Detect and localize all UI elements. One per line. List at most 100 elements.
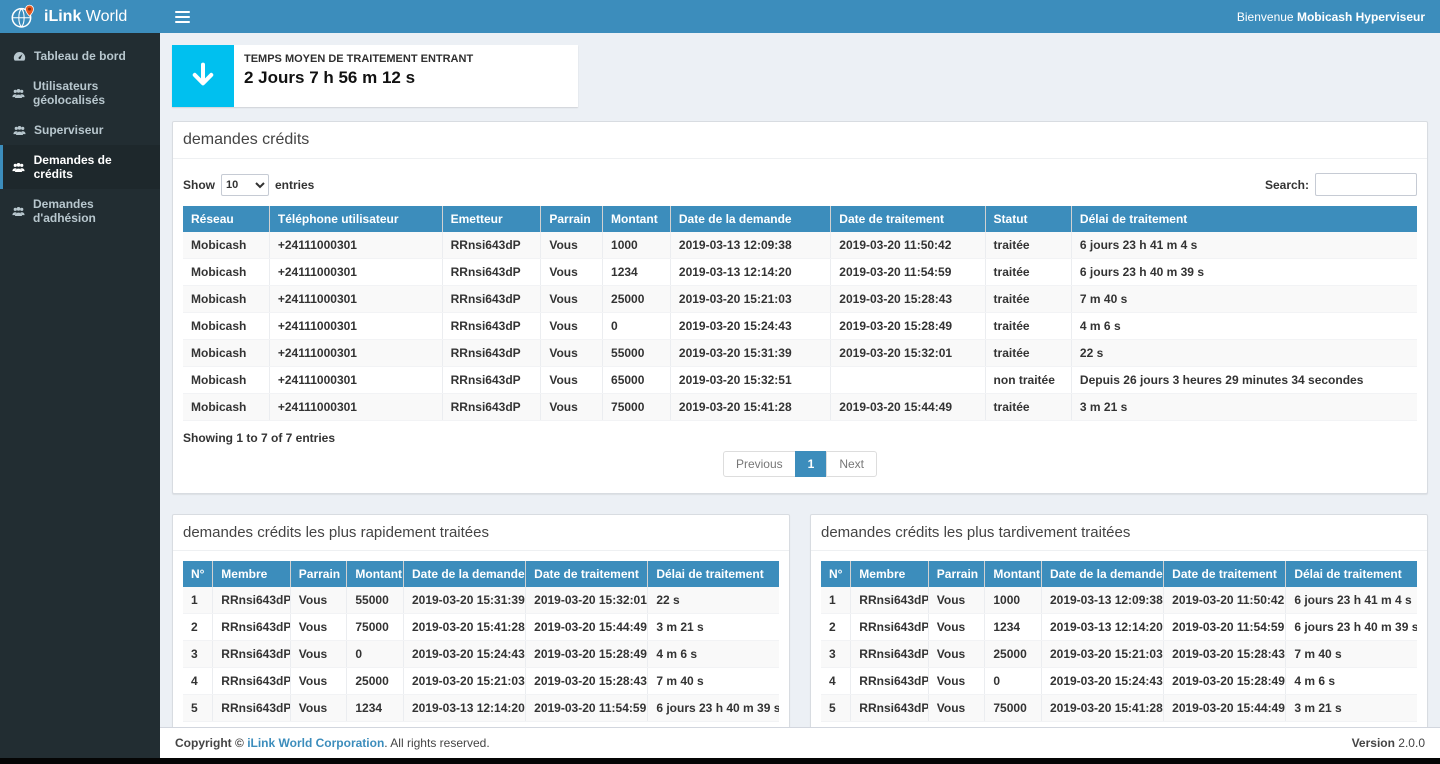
table-cell: Mobicash xyxy=(183,286,269,313)
table-cell: 3 xyxy=(183,641,213,668)
table-cell: Mobicash xyxy=(183,313,269,340)
table-cell: +24111000301 xyxy=(269,367,442,394)
pagination-page-1-button[interactable]: 1 xyxy=(795,451,828,477)
table-cell: 4 m 6 s xyxy=(648,641,779,668)
table-cell: Vous xyxy=(290,668,347,695)
bottom-panels: demandes crédits les plus rapidement tra… xyxy=(172,514,1428,727)
table-row: Mobicash+24111000301RRnsi643dPVous123420… xyxy=(183,259,1417,286)
table-cell: 1234 xyxy=(603,259,671,286)
column-header[interactable]: Téléphone utilisateur xyxy=(269,206,442,232)
table-cell: 2019-03-20 15:32:01 xyxy=(526,587,648,614)
table-row: 3RRnsi643dPVous250002019-03-20 15:21:032… xyxy=(821,641,1417,668)
table-cell: 2019-03-20 11:54:59 xyxy=(526,695,648,722)
column-header: Délai de traitement xyxy=(648,561,779,587)
table-info-text: Showing 1 to 7 of 7 entries xyxy=(183,431,1417,445)
sidebar: iLink World Tableau de bord Utilisateurs… xyxy=(0,0,160,758)
panel-latest-processed: demandes crédits les plus tardivement tr… xyxy=(810,514,1428,727)
table-cell: 2019-03-20 15:28:43 xyxy=(831,286,985,313)
table-cell: 1000 xyxy=(985,587,1042,614)
table-cell: Vous xyxy=(290,641,347,668)
sidebar-item-demandes-de-credits[interactable]: Demandes de crédits xyxy=(0,145,160,189)
table-cell: Vous xyxy=(928,695,985,722)
column-header[interactable]: Emetteur xyxy=(442,206,541,232)
table-cell: Vous xyxy=(928,668,985,695)
table-cell: Vous xyxy=(928,614,985,641)
table-cell: 6 jours 23 h 40 m 39 s xyxy=(648,695,779,722)
column-header: N° xyxy=(821,561,851,587)
column-header: Montant xyxy=(347,561,404,587)
table-cell xyxy=(831,367,985,394)
table-cell: Vous xyxy=(928,641,985,668)
table-cell: Vous xyxy=(541,367,603,394)
table-cell: 2019-03-20 15:31:39 xyxy=(403,587,525,614)
pagination-next-button[interactable]: Next xyxy=(826,451,877,477)
company-link[interactable]: iLink World Corporation xyxy=(247,736,384,750)
table-cell: 2019-03-20 15:24:43 xyxy=(1041,668,1163,695)
sidebar-menu: Tableau de bord Utilisateurs géolocalisé… xyxy=(0,33,160,233)
table-cell: 6 jours 23 h 40 m 39 s xyxy=(1286,614,1417,641)
table-cell: 3 m 21 s xyxy=(1071,394,1417,421)
table-cell: 55000 xyxy=(603,340,671,367)
column-header: Membre xyxy=(851,561,928,587)
column-header[interactable]: Date de la demande xyxy=(670,206,830,232)
table-cell: RRnsi643dP xyxy=(442,313,541,340)
table-row: Mobicash+24111000301RRnsi643dPVous750002… xyxy=(183,394,1417,421)
search-label: Search: xyxy=(1265,178,1309,192)
column-header[interactable]: Date de traitement xyxy=(831,206,985,232)
fastest-processed-table: N°MembreParrainMontantDate de la demande… xyxy=(183,561,779,722)
table-cell: 2019-03-20 15:24:43 xyxy=(670,313,830,340)
search-input[interactable] xyxy=(1315,173,1417,196)
sidebar-item-tableau-de-bord[interactable]: Tableau de bord xyxy=(0,41,160,71)
table-cell: Mobicash xyxy=(183,259,269,286)
logo[interactable]: iLink World xyxy=(0,0,160,33)
table-row: Mobicash+24111000301RRnsi643dPVous250002… xyxy=(183,286,1417,313)
table-cell: +24111000301 xyxy=(269,259,442,286)
latest-processed-table: N°MembreParrainMontantDate de la demande… xyxy=(821,561,1417,722)
table-cell: 0 xyxy=(985,668,1042,695)
table-cell: 2 xyxy=(183,614,213,641)
table-cell: 0 xyxy=(603,313,671,340)
sidebar-item-utilisateurs-geolocalises[interactable]: Utilisateurs géolocalisés xyxy=(0,71,160,115)
table-cell: 1 xyxy=(183,587,213,614)
table-row: 4RRnsi643dPVous02019-03-20 15:24:432019-… xyxy=(821,668,1417,695)
column-header[interactable]: Réseau xyxy=(183,206,269,232)
sidebar-item-superviseur[interactable]: Superviseur xyxy=(0,115,160,145)
table-cell: 2 xyxy=(821,614,851,641)
globe-logo-icon xyxy=(10,4,36,30)
sidebar-item-demandes-adhesion[interactable]: Demandes d'adhésion xyxy=(0,189,160,233)
table-cell: 25000 xyxy=(985,641,1042,668)
content-area: TEMPS MOYEN DE TRAITEMENT ENTRANT 2 Jour… xyxy=(160,33,1440,727)
table-cell: Vous xyxy=(290,587,347,614)
panel-title: demandes crédits les plus rapidement tra… xyxy=(173,515,789,551)
column-header[interactable]: Montant xyxy=(603,206,671,232)
table-cell: Vous xyxy=(541,340,603,367)
table-cell: 4 m 6 s xyxy=(1071,313,1417,340)
table-cell: RRnsi643dP xyxy=(213,695,290,722)
table-cell: 2019-03-20 15:24:43 xyxy=(403,641,525,668)
table-cell: Depuis 26 jours 3 heures 29 minutes 34 s… xyxy=(1071,367,1417,394)
table-cell: Vous xyxy=(541,232,603,259)
down-arrow-icon xyxy=(172,45,234,107)
column-header[interactable]: Parrain xyxy=(541,206,603,232)
sidebar-item-label: Demandes de crédits xyxy=(34,153,151,181)
table-cell: 2019-03-20 15:21:03 xyxy=(1041,641,1163,668)
column-header[interactable]: Statut xyxy=(985,206,1071,232)
table-cell: RRnsi643dP xyxy=(213,668,290,695)
table-cell: +24111000301 xyxy=(269,340,442,367)
column-header: Parrain xyxy=(928,561,985,587)
table-cell: 4 m 6 s xyxy=(1286,668,1417,695)
column-header[interactable]: Délai de traitement xyxy=(1071,206,1417,232)
table-cell: traitée xyxy=(985,232,1071,259)
table-cell: 6 jours 23 h 41 m 4 s xyxy=(1286,587,1417,614)
table-cell: RRnsi643dP xyxy=(851,614,928,641)
table-row: 3RRnsi643dPVous02019-03-20 15:24:432019-… xyxy=(183,641,779,668)
show-label: Show xyxy=(183,178,215,192)
page-length-select[interactable]: 10 xyxy=(221,174,269,196)
sidebar-toggle-button[interactable] xyxy=(173,7,192,27)
table-cell: 2019-03-20 15:41:28 xyxy=(403,614,525,641)
table-cell: RRnsi643dP xyxy=(442,286,541,313)
column-header: Délai de traitement xyxy=(1286,561,1417,587)
table-cell: RRnsi643dP xyxy=(213,614,290,641)
search-control: Search: xyxy=(1265,173,1417,196)
pagination-previous-button[interactable]: Previous xyxy=(723,451,796,477)
